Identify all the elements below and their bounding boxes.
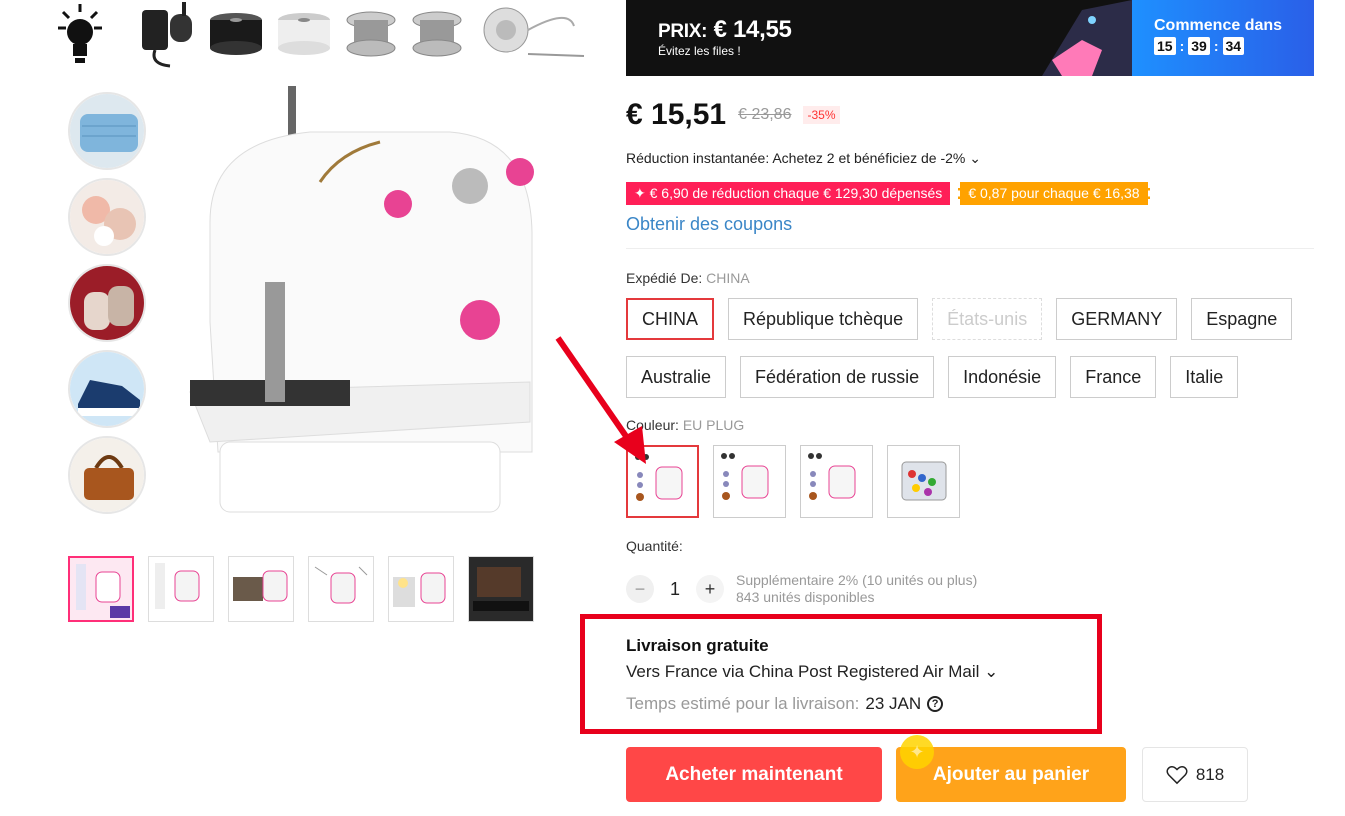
quantity-plus-button[interactable]: + (696, 575, 724, 603)
add-to-cart-button[interactable]: ✦ Ajouter au panier (896, 735, 1126, 802)
timer-minutes: 39 (1188, 37, 1210, 55)
ship-from-italy[interactable]: Italie (1170, 356, 1239, 398)
needle-threader-icon (483, 7, 585, 57)
delivery-date: 23 JAN (865, 694, 922, 713)
product-thumbnails (68, 556, 534, 622)
bobbin-icon (346, 11, 396, 57)
promo-tags: ✦ € 6,90 de réduction chaque € 129,30 dé… (626, 182, 1150, 205)
sparkle-icon: ✦ (900, 735, 934, 769)
fabric-items-thumb[interactable] (68, 178, 146, 256)
stock-text: 843 unités disponibles (736, 589, 875, 605)
accessories-strip (50, 0, 590, 72)
leather-bag-thumb[interactable] (68, 436, 146, 514)
help-icon[interactable]: ? (927, 696, 944, 712)
buy-now-button[interactable]: Acheter maintenant (626, 747, 882, 802)
color-swatch-3[interactable] (800, 445, 873, 518)
shipping-method[interactable]: Vers France via China Post Registered Ai… (626, 662, 998, 682)
quantity-info: Supplémentaire 2% (10 unités ou plus) 84… (736, 572, 977, 606)
instant-reduction[interactable]: Réduction instantanée: Achetez 2 et béné… (626, 150, 981, 167)
divider (626, 248, 1314, 249)
bulk-discount-text: Supplémentaire 2% (10 unités ou plus) (736, 572, 978, 588)
ship-from-germany[interactable]: GERMANY (1056, 298, 1178, 340)
thread-spool-black-icon (210, 13, 262, 55)
sneaker-thumb[interactable] (68, 350, 146, 428)
original-price: € 23,86 (738, 106, 792, 123)
promo-tag-red[interactable]: ✦ € 6,90 de réduction chaque € 129,30 dé… (626, 182, 951, 205)
quantity-stepper: − 1 + Supplémentaire 2% (10 unités ou pl… (626, 572, 977, 606)
get-coupons-link[interactable]: Obtenir des coupons (626, 214, 792, 235)
product-thumb-5[interactable] (388, 556, 454, 622)
product-thumb-3[interactable] (228, 556, 294, 622)
free-shipping-title: Livraison gratuite (626, 636, 769, 655)
promo-tag-orange[interactable]: € 0,87 pour chaque € 16,38 (958, 182, 1150, 205)
wishlist-count: 818 (1195, 764, 1225, 784)
product-thumb-4[interactable] (308, 556, 374, 622)
flash-deal-banner: PRIX: € 14,55 Évitez les files ! Commenc… (626, 0, 1314, 76)
timer-hours: 15 (1154, 37, 1176, 55)
countdown-title: Commence dans (1154, 17, 1283, 34)
ship-from-options-row-1: CHINA République tchèque États-unis GERM… (626, 298, 1293, 340)
thread-spool-white-icon (278, 13, 330, 55)
ship-from-france[interactable]: France (1070, 356, 1157, 398)
ship-from-indonesia[interactable]: Indonésie (948, 356, 1057, 398)
countdown-timer: 15: 39: 34 (1154, 37, 1314, 55)
timer-seconds: 34 (1222, 37, 1245, 55)
countdown-panel: Commence dans 15: 39: 34 (1132, 0, 1314, 76)
color-swatch-4[interactable] (887, 445, 960, 518)
knit-mittens-thumb[interactable] (68, 264, 146, 342)
light-bulb-icon (58, 4, 102, 63)
product-thumb-6[interactable] (468, 556, 534, 622)
ship-from-czech-republic[interactable]: République tchèque (728, 298, 919, 340)
quantity-label: Quantité: (626, 538, 683, 554)
flash-decoration (1042, 0, 1132, 76)
color-swatches (626, 445, 960, 518)
delivery-estimate: Temps estimé pour la livraison: 23 JAN ? (626, 694, 944, 714)
ship-from-spain[interactable]: Espagne (1191, 298, 1293, 340)
heart-icon (1166, 765, 1188, 784)
face-mask-thumb[interactable] (68, 92, 146, 170)
ship-from-label: Expédié De: CHINA (626, 270, 750, 286)
product-thumb-2[interactable] (148, 556, 214, 622)
flash-price-panel: PRIX: € 14,55 Évitez les files ! (626, 0, 1132, 76)
ship-from-options-row-2: Australie Fédération de russie Indonésie… (626, 356, 1239, 398)
quantity-value[interactable]: 1 (654, 579, 696, 600)
ship-from-russia[interactable]: Fédération de russie (740, 356, 935, 398)
action-buttons: Acheter maintenant ✦ Ajouter au panier 8… (626, 735, 1248, 802)
power-adapter-icon (142, 2, 192, 68)
color-swatch-2[interactable] (713, 445, 786, 518)
price-row: € 15,51 € 23,86 -35% (626, 98, 840, 132)
discount-badge: -35% (803, 106, 840, 124)
main-product-image[interactable] (170, 82, 570, 522)
wishlist-button[interactable]: 818 (1142, 747, 1248, 802)
bobbin-icon (412, 11, 462, 57)
annotation-arrow (555, 336, 646, 464)
related-products-vertical (68, 92, 146, 522)
quantity-minus-button[interactable]: − (626, 575, 654, 603)
current-price: € 15,51 (626, 98, 727, 131)
ship-from-united-states: États-unis (932, 298, 1043, 340)
product-thumb-1[interactable] (68, 556, 134, 622)
